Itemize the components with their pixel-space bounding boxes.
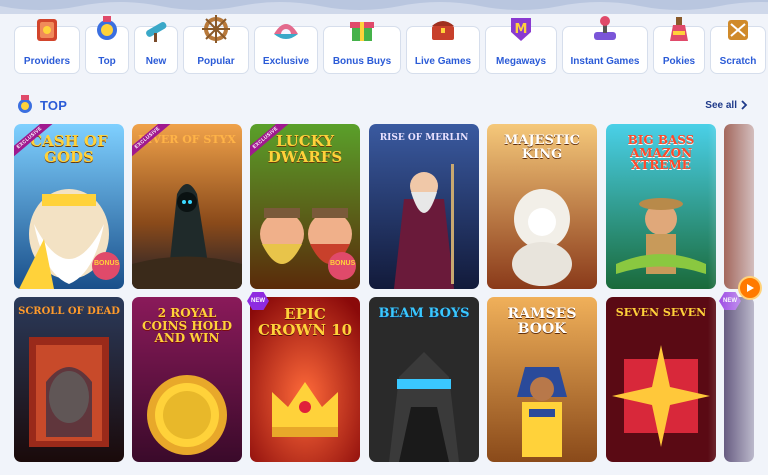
treasure-chest-icon [425,11,461,47]
game-art [14,297,124,462]
game-art [606,297,716,462]
joystick-icon [587,11,623,47]
medal-icon [18,95,32,113]
pearl-shell-icon [268,11,304,47]
potion-icon [661,11,697,47]
game-tile[interactable]: BIG BASS AMAZON XTREME [606,124,716,289]
see-all-link[interactable]: See all [705,100,748,111]
category-label: Megaways [495,56,547,67]
category-label: Scratch [719,56,757,67]
play-icon [747,284,754,292]
game-tile[interactable]: RAMSES BOOK [487,297,597,462]
game-art [132,124,242,289]
category-new[interactable]: New [134,22,178,74]
game-title: SCROLL OF DEAD [18,306,120,317]
category-exclusive[interactable]: Exclusive [254,24,318,74]
game-title: MAJESTIC KING [503,133,581,162]
category-label: Providers [23,56,71,67]
category-label: New [145,56,167,67]
m-shield-icon: M [503,11,539,47]
category-popular[interactable]: Popular [183,15,249,74]
category-label: Instant Games [570,56,640,67]
telescope-icon [138,11,174,47]
category-live-games[interactable]: Live Games [406,21,480,74]
gift-box-icon [344,11,380,47]
category-label: Exclusive [262,56,310,67]
game-title: EPIC CROWN 10 [257,305,353,339]
game-art [369,124,479,289]
chevron-right-icon [741,100,748,110]
scratch-card-icon [720,11,756,47]
category-label: Popular [197,56,235,67]
book-icon [29,11,65,47]
game-title: SEVEN SEVEN [615,306,707,319]
section-header: TOP See all [14,94,748,116]
bonus-label: BONUS [94,260,120,267]
bonus-label: BONUS [330,260,356,267]
game-title: RISE OF MERLIN [379,133,469,143]
category-pokies[interactable]: Pokies [653,17,705,74]
game-title: BEAM BOYS [378,306,470,321]
game-tile[interactable]: CASH OF GODS EXCLUSIVE BONUS [14,124,124,289]
category-label: Live Games [414,56,472,67]
category-top[interactable]: Top [85,16,129,74]
category-label: Top [98,56,116,67]
category-bonus-buys[interactable]: Bonus Buys [323,22,401,74]
medal-icon [89,11,125,47]
category-megaways[interactable]: M Megaways [485,18,557,74]
game-tile[interactable]: BEAM BOYS [369,297,479,462]
game-tile[interactable]: EPIC CROWN 10 [250,297,360,462]
game-tile[interactable]: 2 ROYAL COINS HOLD AND WIN [132,297,242,462]
next-button[interactable] [738,276,762,300]
game-title: RAMSES BOOK [507,306,577,337]
category-label: Pokies [662,56,696,67]
game-tile[interactable]: SCROLL OF DEAD [14,297,124,462]
category-label: Bonus Buys [332,56,392,67]
category-instant-games[interactable]: Instant Games [562,16,648,74]
category-providers[interactable]: Providers [14,19,80,74]
game-tile[interactable]: MAJESTIC KING [487,124,597,289]
category-bar: Providers Top New Popular Exclusive Bonu… [14,15,766,74]
see-all-label: See all [705,99,737,111]
ship-wheel-icon [198,11,234,47]
section-title: TOP [40,97,68,113]
game-title: BIG BASS AMAZON XTREME [627,133,695,173]
game-tile[interactable]: SEVEN SEVEN [606,297,716,462]
game-art [369,297,479,462]
svg-text:M: M [515,22,528,37]
game-tile[interactable]: LUCKY DWARFS EXCLUSIVE BONUS [250,124,360,289]
category-scratch[interactable]: Scratch [710,20,766,74]
game-tile[interactable]: RISE OF MERLIN [369,124,479,289]
game-tile[interactable]: RIVER OF STYX EXCLUSIVE [132,124,242,289]
game-title: 2 ROYAL COINS HOLD AND WIN [141,306,233,346]
